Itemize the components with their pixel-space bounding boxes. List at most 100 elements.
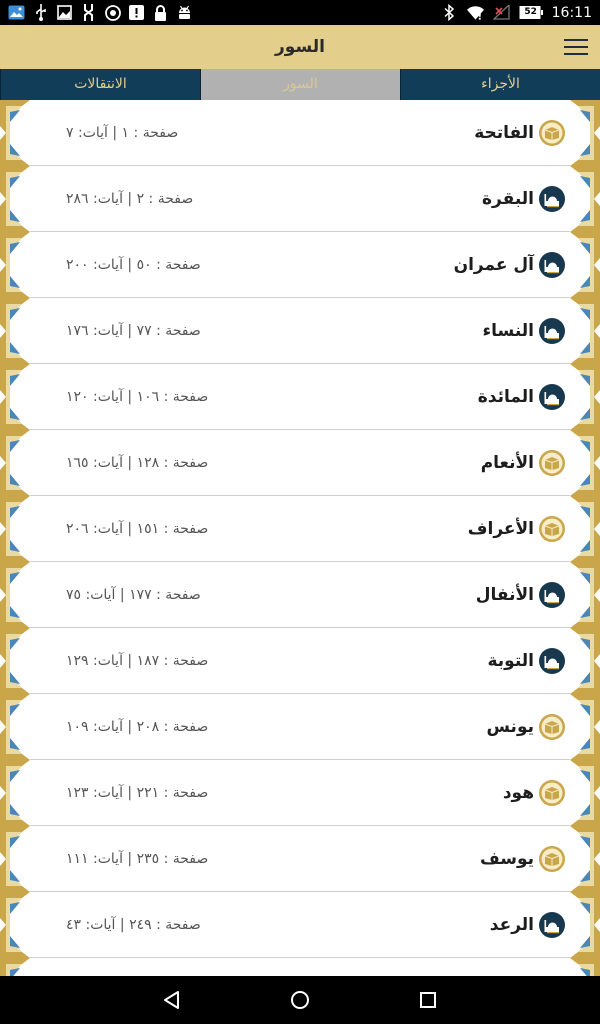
- sura-row[interactable]: البقرة صفحة : ٢ | آيات: ٢٨٦: [0, 166, 600, 232]
- hamburger-menu-icon[interactable]: [564, 37, 588, 57]
- sura-page-verses: صفحة : ٧٧ | آيات: ١٧٦: [66, 323, 201, 339]
- kaaba-icon: [538, 449, 566, 477]
- image-icon: [56, 4, 73, 21]
- notification-icons: [8, 4, 193, 21]
- home-icon[interactable]: [288, 988, 312, 1012]
- kaaba-icon: [538, 119, 566, 147]
- ornament-left: [0, 694, 30, 760]
- ornament-left: [0, 826, 30, 892]
- sura-name: الأنعام: [480, 453, 534, 473]
- sura-name: الأعراف: [467, 519, 534, 539]
- sura-page-verses: صفحة : ١٧٧ | آيات: ٧٥: [66, 587, 201, 603]
- ornament-right: [570, 496, 600, 562]
- sura-name: آل عمران: [453, 255, 534, 275]
- sura-row[interactable]: آل عمران صفحة : ٥٠ | آيات: ٢٠٠: [0, 232, 600, 298]
- sura-name: الفاتحة: [474, 123, 534, 143]
- recents-icon[interactable]: [416, 988, 440, 1012]
- mosque-icon: [538, 251, 566, 279]
- sura-name: يونس: [486, 717, 534, 737]
- sura-row[interactable]: يوسف صفحة : ٢٣٥ | آيات: ١١١: [0, 826, 600, 892]
- sura-page-verses: صفحة : ٢٣٥ | آيات: ١١١: [66, 851, 209, 867]
- alert-icon: [128, 4, 145, 21]
- usb-icon: [32, 4, 49, 21]
- kaaba-icon: [538, 713, 566, 741]
- sura-name: البقرة: [482, 189, 534, 209]
- sura-page-verses: صفحة : ٢٢١ | آيات: ١٢٣: [66, 785, 209, 801]
- sura-row[interactable]: الأنفال صفحة : ١٧٧ | آيات: ٧٥: [0, 562, 600, 628]
- ornament-left: [0, 100, 30, 166]
- sura-row[interactable]: [0, 958, 600, 976]
- battery-level: 52: [524, 7, 537, 17]
- sura-page-verses: صفحة : ٢٤٩ | آيات: ٤٣: [66, 917, 201, 933]
- tab-juz[interactable]: الأجزاء: [400, 69, 600, 100]
- sura-row[interactable]: هود صفحة : ٢٢١ | آيات: ١٢٣: [0, 760, 600, 826]
- sura-name: الأنفال: [475, 585, 534, 605]
- sura-page-verses: صفحة : ٢٠٨ | آيات: ١٠٩: [66, 719, 209, 735]
- ornament-right: [570, 958, 600, 976]
- ornament-left: [0, 166, 30, 232]
- ornament-right: [570, 892, 600, 958]
- ornament-left: [0, 628, 30, 694]
- kaaba-icon: [538, 845, 566, 873]
- sura-row[interactable]: التوبة صفحة : ١٨٧ | آيات: ١٢٩: [0, 628, 600, 694]
- sura-page-verses: صفحة : ١٢٨ | آيات: ١٦٥: [66, 455, 209, 471]
- kaaba-icon: [538, 515, 566, 543]
- mosque-icon: [538, 317, 566, 345]
- sura-page-verses: صفحة : ٢ | آيات: ٢٨٦: [66, 191, 194, 207]
- sura-page-verses: صفحة : ١ | آيات: ٧: [66, 125, 179, 141]
- sura-row[interactable]: يونس صفحة : ٢٠٨ | آيات: ١٠٩: [0, 694, 600, 760]
- sura-name: هود: [502, 783, 534, 803]
- lock-icon: [152, 4, 169, 21]
- ornament-right: [570, 760, 600, 826]
- ornament-left: [0, 364, 30, 430]
- ornament-left: [0, 562, 30, 628]
- gallery-icon: [8, 4, 25, 21]
- tab-transitions[interactable]: الانتقالات: [0, 69, 200, 100]
- sura-row[interactable]: الأنعام صفحة : ١٢٨ | آيات: ١٦٥: [0, 430, 600, 496]
- navigation-bar: [0, 976, 600, 1024]
- sura-page-verses: صفحة : ١٠٦ | آيات: ١٢٠: [66, 389, 209, 405]
- battery-icon: 52: [519, 4, 543, 21]
- mosque-icon: [538, 911, 566, 939]
- ornament-right: [570, 364, 600, 430]
- ornament-right: [570, 100, 600, 166]
- back-icon[interactable]: [160, 988, 184, 1012]
- system-icons: 52 16:11: [441, 0, 592, 25]
- sura-name: الرعد: [489, 915, 534, 935]
- ornament-right: [570, 694, 600, 760]
- tab-bar: الانتقالات السور الأجزاء: [0, 69, 600, 100]
- page-title: السور: [275, 37, 325, 57]
- kaaba-icon: [538, 779, 566, 807]
- ornament-right: [570, 826, 600, 892]
- android-icon: [176, 4, 193, 21]
- ornament-right: [570, 298, 600, 364]
- mosque-icon: [538, 185, 566, 213]
- ornament-left: [0, 232, 30, 298]
- sura-page-verses: صفحة : ١٨٧ | آيات: ١٢٩: [66, 653, 209, 669]
- sura-list: الفاتحة صفحة : ١ | آيات: ٧ البقرة صفحة : ٢…: [0, 100, 600, 976]
- mosque-icon: [538, 383, 566, 411]
- sura-row[interactable]: الفاتحة صفحة : ١ | آيات: ٧: [0, 100, 600, 166]
- sura-name: يوسف: [479, 849, 534, 869]
- ornament-left: [0, 430, 30, 496]
- usb-debug-icon: [80, 4, 97, 21]
- ornament-right: [570, 562, 600, 628]
- wifi-icon: [466, 4, 484, 21]
- sura-row[interactable]: المائدة صفحة : ١٠٦ | آيات: ١٢٠: [0, 364, 600, 430]
- clock: 16:11: [551, 4, 592, 21]
- sura-row[interactable]: النساء صفحة : ٧٧ | آيات: ١٧٦: [0, 298, 600, 364]
- sura-name: المائدة: [477, 387, 534, 407]
- ornament-left: [0, 892, 30, 958]
- ornament-left: [0, 958, 30, 976]
- tab-suras[interactable]: السور: [200, 69, 400, 100]
- vpn-icon: [104, 4, 121, 21]
- sura-page-verses: صفحة : ١٥١ | آيات: ٢٠٦: [66, 521, 209, 537]
- sura-row[interactable]: الرعد صفحة : ٢٤٩ | آيات: ٤٣: [0, 892, 600, 958]
- ornament-right: [570, 166, 600, 232]
- ornament-right: [570, 430, 600, 496]
- ornament-left: [0, 496, 30, 562]
- ornament-left: [0, 298, 30, 364]
- sura-page-verses: صفحة : ٥٠ | آيات: ٢٠٠: [66, 257, 201, 273]
- sura-row[interactable]: الأعراف صفحة : ١٥١ | آيات: ٢٠٦: [0, 496, 600, 562]
- ornament-right: [570, 628, 600, 694]
